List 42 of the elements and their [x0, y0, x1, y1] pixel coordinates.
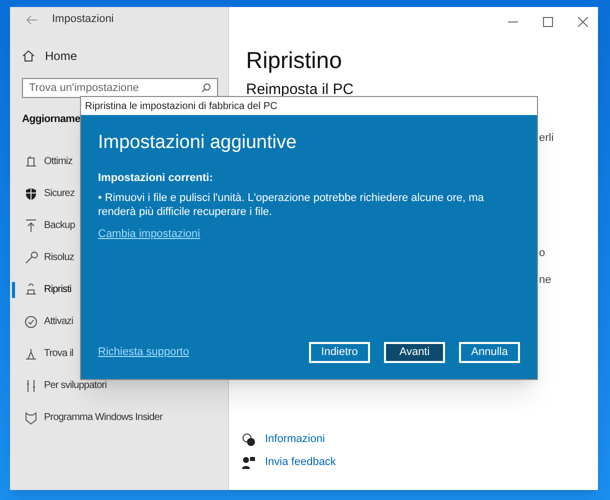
nav-icon [24, 346, 38, 361]
nav-item[interactable]: Programma Windows Insider [24, 410, 162, 426]
nav-item[interactable]: Ottimiz [24, 154, 72, 170]
text-fragment: erli [539, 131, 554, 146]
page-title: Ripristino [246, 46, 343, 75]
feedback-icon [241, 454, 255, 469]
nav-icon [24, 314, 38, 329]
nav-icon [24, 154, 38, 169]
nav-item[interactable]: Sicurez [24, 186, 75, 202]
section-heading: Aggiorname [22, 112, 82, 127]
search-field[interactable]: Trova un'impostazione [22, 78, 218, 98]
maximize-icon[interactable] [543, 17, 553, 27]
settings-label: Impostazioni correnti: [98, 170, 214, 186]
home-icon [22, 50, 35, 62]
help-link[interactable]: Informazioni [265, 431, 325, 448]
help-link[interactable]: Invia feedback [265, 454, 336, 470]
nav-item[interactable]: Per sviluppatori [24, 378, 107, 394]
nav-icon [24, 282, 38, 297]
nav-item[interactable]: Trova il [24, 346, 74, 362]
text-fragment: ne [539, 273, 552, 288]
nav-item[interactable]: Attivazi [24, 314, 74, 330]
section-heading: Reimposta il PC [246, 80, 355, 98]
nav-icon [24, 186, 38, 201]
search-input[interactable]: Trova un'impostazione [29, 80, 201, 96]
close-icon[interactable] [578, 17, 588, 27]
dialog-title: Ripristina le impostazioni di fabbrica del PC [81, 97, 537, 115]
settings-text: • Rimuovi i file e pulisci l'unità. L'operazione potrebbe richiedere alcune ore, ma renderà più difficile recuperare i file. [98, 191, 485, 219]
home-link[interactable]: Home [22, 47, 78, 65]
nav-icon [24, 410, 38, 425]
nav-item[interactable]: Backup [24, 218, 75, 234]
text-fragment: o [539, 246, 546, 261]
nav-item[interactable]: Ripristi [24, 282, 72, 298]
window-title: Impostazioni [52, 12, 114, 28]
nav-icon [24, 250, 38, 265]
nav-icon [24, 378, 38, 393]
dialog-heading: Impostazioni aggiuntive [98, 131, 298, 155]
dialog-button[interactable]: Annulla [459, 342, 520, 363]
dialog-button[interactable]: Avanti [384, 342, 445, 363]
dialog-button[interactable]: Indietro [309, 342, 370, 363]
search-icon [201, 83, 211, 93]
nav-icon [24, 218, 38, 233]
nav-item[interactable]: Risoluz [24, 250, 74, 266]
